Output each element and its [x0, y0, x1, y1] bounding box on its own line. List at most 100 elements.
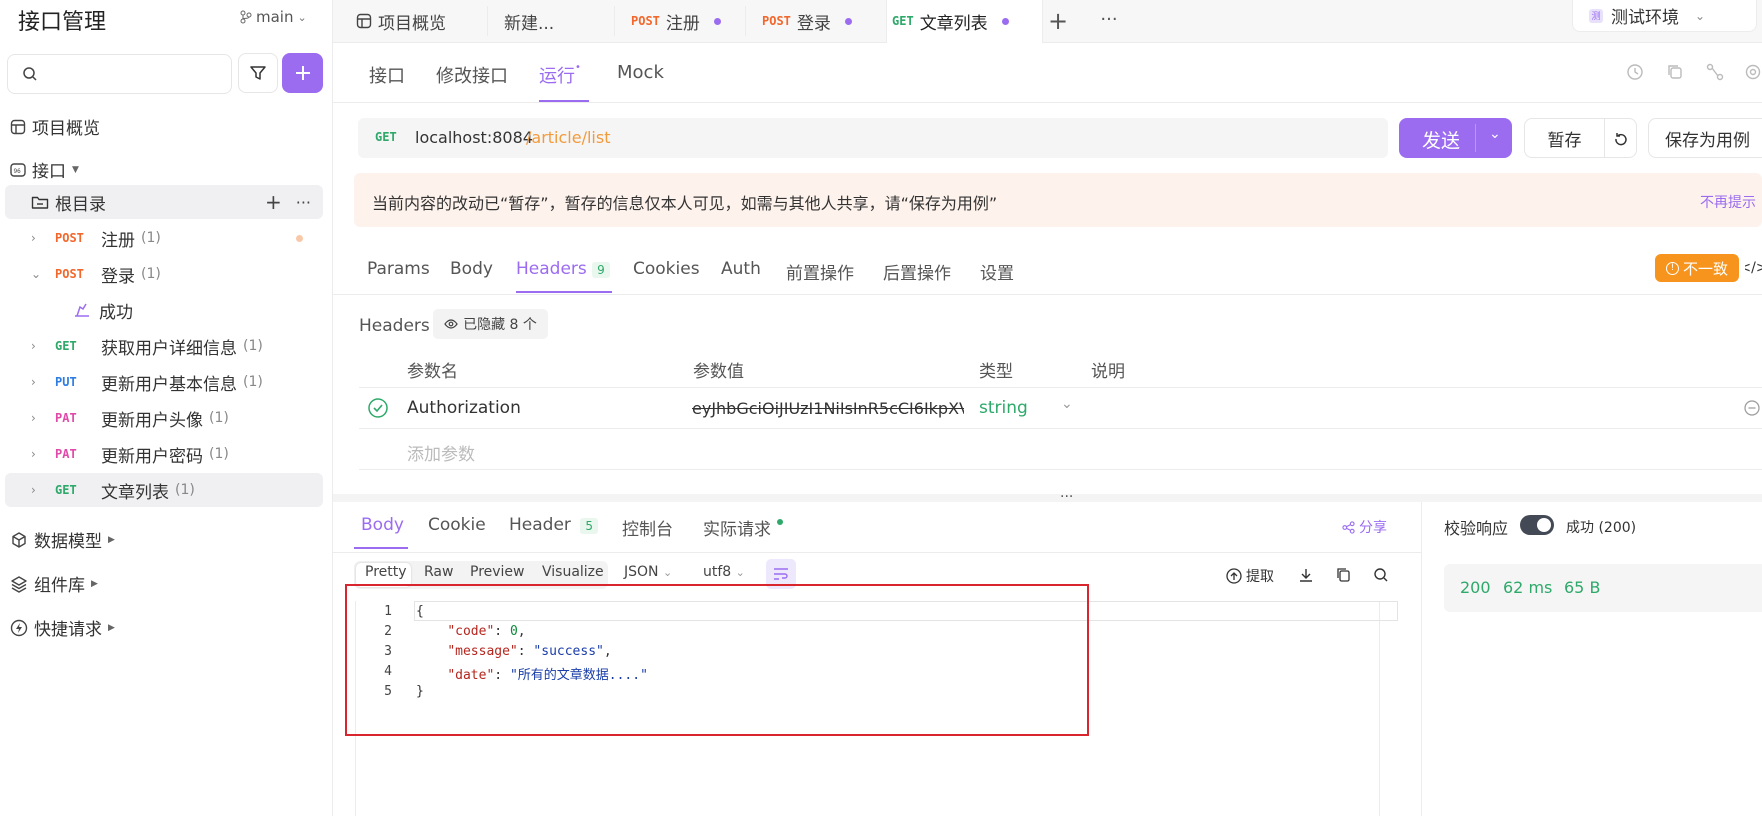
drag-handle-icon[interactable]: ··· — [1060, 489, 1073, 505]
tree-item-label: 注册 — [101, 230, 135, 251]
undo-icon — [1614, 133, 1627, 146]
count-badge: 5 — [580, 518, 598, 534]
verify-toggle[interactable] — [1520, 515, 1554, 535]
format-pretty[interactable]: Pretty — [365, 564, 407, 580]
more-icon[interactable]: ··· — [296, 193, 311, 212]
tree-item-count: (1) — [243, 338, 263, 354]
tab-login[interactable]: POST 登录 — [762, 0, 852, 42]
tab-pre-processors[interactable]: 前置操作 — [786, 259, 854, 284]
tab-divider — [745, 6, 746, 36]
add-button[interactable] — [282, 53, 323, 93]
branch-selector[interactable]: main ⌄ — [240, 8, 307, 26]
chevron-down-icon: ⌄ — [1695, 8, 1706, 23]
chevron-right-icon: › — [31, 411, 36, 425]
nav-data-models[interactable]: 数据模型 ▶ — [10, 527, 115, 552]
subtab-mock[interactable]: Mock — [617, 62, 664, 83]
chevron-down-icon[interactable]: ⌄ — [1489, 126, 1501, 142]
response-meta-box: 200 62 ms 65 B — [1444, 564, 1762, 612]
resp-tab-actual-request[interactable]: 实际请求 — [703, 515, 783, 540]
tab-post-processors[interactable]: 后置操作 — [883, 259, 951, 284]
chevron-right-icon: › — [31, 375, 36, 389]
header-value[interactable]: eyJhbGciOiJIUzI1NiIsInR5cCI6IkpXV — [692, 399, 964, 418]
tree-item[interactable]: › PUT 更新用户基本信息 (1) — [5, 365, 323, 399]
copy-icon[interactable] — [1665, 62, 1685, 82]
remove-icon[interactable] — [1744, 400, 1762, 416]
env-selector[interactable]: 测 测试环境 ⌄ — [1572, 0, 1757, 32]
tab-params[interactable]: Params — [367, 259, 430, 279]
tree-root[interactable]: 根目录 + ··· — [5, 185, 323, 219]
tree-item[interactable]: › GET 获取用户详细信息 (1) — [5, 329, 323, 363]
tab-register[interactable]: POST 注册 — [631, 0, 721, 42]
resp-tab-console[interactable]: 控制台 — [622, 515, 673, 540]
tab-cookies[interactable]: Cookies — [633, 259, 700, 279]
format-preview[interactable]: Preview — [470, 564, 525, 580]
filter-icon — [250, 66, 266, 80]
send-button[interactable]: 发送 ⌄ — [1399, 118, 1512, 158]
hidden-headers-toggle[interactable]: 已隐藏 8 个 — [433, 309, 548, 339]
tab-overview[interactable]: 项目概览 — [356, 0, 446, 42]
format-visualize[interactable]: Visualize — [542, 564, 604, 580]
header-name[interactable]: Authorization — [407, 398, 521, 418]
plus-icon[interactable]: + — [265, 190, 282, 214]
format-json-select[interactable]: JSON ⌄ — [624, 564, 672, 580]
tree-item[interactable]: › PAT 更新用户密码 (1) — [5, 437, 323, 471]
tab-new[interactable]: 新建... — [504, 0, 554, 42]
save-as-case-button[interactable]: 保存为用例 — [1648, 118, 1762, 158]
settings-icon[interactable] — [1744, 62, 1762, 82]
copy-icon[interactable] — [1334, 566, 1352, 584]
tab-headers[interactable]: Headers 9 — [516, 259, 610, 279]
tab-auth[interactable]: Auth — [721, 259, 761, 279]
resp-tab-header[interactable]: Header 5 — [509, 515, 598, 535]
format-raw[interactable]: Raw — [424, 564, 453, 580]
tree-item-case[interactable]: 成功 — [5, 293, 323, 327]
subtab-api[interactable]: 接口 — [369, 62, 405, 88]
wrap-icon — [774, 568, 788, 580]
tab-article-list[interactable]: GET 文章列表 — [892, 0, 1009, 42]
caret-right-icon: ▶ — [91, 578, 98, 589]
tab-settings[interactable]: 设置 — [980, 259, 1014, 284]
env-label: 测试环境 — [1611, 8, 1679, 28]
tree-item-active[interactable]: › GET 文章列表 (1) — [5, 473, 323, 507]
nav-quick-requests[interactable]: 快捷请求 ▶ — [10, 615, 115, 640]
search-icon[interactable] — [1372, 566, 1390, 584]
history-icon[interactable] — [1625, 62, 1645, 82]
download-icon[interactable] — [1297, 566, 1315, 584]
col-header-desc: 说明 — [1091, 362, 1125, 382]
enabled-checkbox[interactable] — [368, 398, 388, 418]
link-icon[interactable] — [1705, 62, 1725, 82]
save-temp-button[interactable]: 暂存 — [1524, 118, 1605, 158]
subtab-edit[interactable]: 修改接口 — [436, 62, 508, 88]
url-input[interactable]: GET localhost:8084 /article/list — [358, 118, 1388, 158]
tab-body[interactable]: Body — [450, 259, 493, 279]
encoding-select[interactable]: utf8 ⌄ — [703, 564, 745, 580]
dismiss-link[interactable]: 不再提示 — [1700, 192, 1756, 212]
subtab-run[interactable]: 运行• — [539, 62, 581, 88]
share-button[interactable]: 分享 — [1342, 517, 1387, 537]
search-input[interactable] — [7, 54, 232, 94]
new-tab-plus-icon[interactable]: + — [1046, 6, 1070, 36]
header-type[interactable]: string — [979, 398, 1028, 418]
nav-apis[interactable]: 96 接口 ▼ — [10, 157, 79, 182]
tree-item[interactable]: ⌄ POST 登录 (1) — [5, 257, 323, 291]
more-tabs-icon[interactable]: ··· — [1096, 4, 1122, 34]
resp-tab-cookie[interactable]: Cookie — [428, 515, 486, 535]
nav-overview[interactable]: 项目概览 — [10, 114, 100, 139]
method-badge: PAT — [55, 411, 77, 425]
method-badge: POST — [55, 231, 84, 245]
extract-button[interactable]: 提取 — [1226, 566, 1274, 586]
mismatch-badge[interactable]: ! 不一致 — [1655, 254, 1739, 282]
chevron-down-icon[interactable]: ⌄ — [1061, 396, 1073, 412]
add-param-input[interactable]: 添加参数 — [407, 440, 475, 465]
caret-right-icon: ▶ — [108, 622, 115, 633]
filter-button[interactable] — [238, 53, 278, 93]
code-icon[interactable]: </> — [1745, 258, 1762, 278]
unsaved-dot — [713, 17, 721, 25]
tree-item[interactable]: › POST 注册 (1) — [5, 221, 323, 255]
resp-tab-body[interactable]: Body — [361, 515, 404, 535]
nav-components[interactable]: 组件库 ▶ — [10, 571, 98, 596]
revert-button[interactable] — [1604, 118, 1637, 158]
tree-item[interactable]: › PAT 更新用户头像 (1) — [5, 401, 323, 435]
col-header-name: 参数名 — [407, 362, 458, 382]
splitter-handle[interactable] — [333, 494, 1762, 502]
tab-label: 登录 — [796, 13, 831, 34]
